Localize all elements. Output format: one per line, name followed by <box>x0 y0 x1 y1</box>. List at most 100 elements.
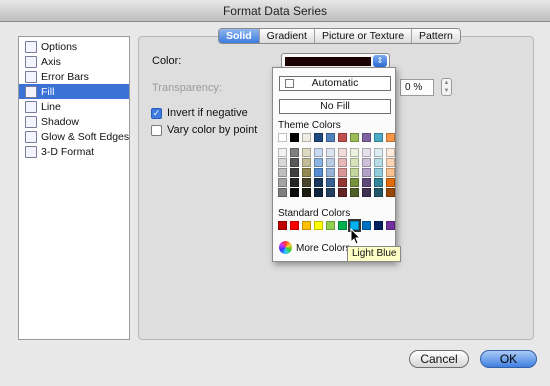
standard-color-swatch[interactable] <box>314 221 323 230</box>
theme-shade-swatch[interactable] <box>290 168 299 177</box>
theme-shade-swatch[interactable] <box>278 178 287 187</box>
theme-shade-swatch[interactable] <box>326 188 335 197</box>
standard-color-swatch[interactable] <box>278 221 287 230</box>
shadow-icon <box>25 115 37 128</box>
theme-shade-swatch[interactable] <box>278 148 287 157</box>
theme-shade-swatch[interactable] <box>386 178 395 187</box>
theme-shade-swatch[interactable] <box>374 158 383 167</box>
standard-color-swatch[interactable] <box>338 221 347 230</box>
theme-shade-swatch[interactable] <box>338 178 347 187</box>
theme-shade-swatch[interactable] <box>362 158 371 167</box>
theme-shade-swatch[interactable] <box>314 158 323 167</box>
theme-shade-swatch[interactable] <box>350 188 359 197</box>
sidebar-item-line[interactable]: Line <box>19 99 129 114</box>
standard-color-swatch[interactable] <box>302 221 311 230</box>
theme-shade-swatch[interactable] <box>338 188 347 197</box>
sidebar-item-label: 3-D Format <box>41 145 95 158</box>
theme-shade-swatch[interactable] <box>362 178 371 187</box>
no-fill-option[interactable]: No Fill <box>279 99 391 114</box>
theme-color-swatch[interactable] <box>290 133 299 142</box>
fill-bucket-icon <box>25 85 37 98</box>
sidebar-item-label: Line <box>41 100 61 113</box>
theme-shade-swatch[interactable] <box>386 168 395 177</box>
theme-shade-swatch[interactable] <box>302 148 311 157</box>
theme-shade-swatch[interactable] <box>350 178 359 187</box>
theme-shade-swatch[interactable] <box>350 168 359 177</box>
transparency-stepper[interactable]: ▲ ▼ <box>441 78 452 96</box>
theme-shade-swatch[interactable] <box>290 178 299 187</box>
theme-shade-swatch[interactable] <box>278 158 287 167</box>
theme-shade-swatch[interactable] <box>374 168 383 177</box>
automatic-label: Automatic <box>311 77 359 89</box>
theme-shade-swatch[interactable] <box>314 178 323 187</box>
theme-shade-swatch[interactable] <box>326 178 335 187</box>
sidebar-item-label: Axis <box>41 55 61 68</box>
theme-color-swatch[interactable] <box>338 133 347 142</box>
cancel-button[interactable]: Cancel <box>409 350 469 368</box>
theme-shade-swatch[interactable] <box>374 148 383 157</box>
theme-color-swatch[interactable] <box>326 133 335 142</box>
theme-shade-swatch[interactable] <box>326 158 335 167</box>
standard-color-swatch[interactable] <box>326 221 335 230</box>
invert-if-negative-label: Invert if negative <box>167 107 248 119</box>
error-bars-icon <box>25 70 37 83</box>
sidebar-item-axis[interactable]: Axis <box>19 54 129 69</box>
tab-gradient[interactable]: Gradient <box>259 29 315 43</box>
theme-color-swatch[interactable] <box>374 133 383 142</box>
theme-shade-swatch[interactable] <box>314 168 323 177</box>
theme-shade-swatch[interactable] <box>326 168 335 177</box>
sidebar-item-shadow[interactable]: Shadow <box>19 114 129 129</box>
theme-shade-swatch[interactable] <box>338 148 347 157</box>
ok-button[interactable]: OK <box>480 350 537 368</box>
theme-shade-swatch[interactable] <box>302 178 311 187</box>
theme-shade-swatch[interactable] <box>314 148 323 157</box>
theme-shade-swatch[interactable] <box>362 188 371 197</box>
sidebar-item-glow[interactable]: Glow & Soft Edges <box>19 129 129 144</box>
theme-shade-swatch[interactable] <box>374 178 383 187</box>
automatic-swatch <box>285 79 294 88</box>
theme-color-swatch[interactable] <box>362 133 371 142</box>
theme-color-swatch[interactable] <box>302 133 311 142</box>
standard-color-swatch[interactable] <box>362 221 371 230</box>
theme-shade-swatch[interactable] <box>278 188 287 197</box>
vary-color-checkbox[interactable] <box>151 125 162 136</box>
tab-pattern[interactable]: Pattern <box>412 29 460 43</box>
theme-shade-swatch[interactable] <box>302 158 311 167</box>
theme-shade-swatch[interactable] <box>338 168 347 177</box>
theme-shade-swatch[interactable] <box>338 158 347 167</box>
theme-shade-swatch[interactable] <box>362 168 371 177</box>
sidebar-item-fill[interactable]: Fill <box>19 84 129 99</box>
standard-color-swatch[interactable] <box>290 221 299 230</box>
theme-shade-swatch[interactable] <box>362 148 371 157</box>
theme-shade-swatch[interactable] <box>278 168 287 177</box>
theme-shade-swatch[interactable] <box>290 158 299 167</box>
theme-color-swatch[interactable] <box>386 133 395 142</box>
theme-shade-swatch[interactable] <box>302 168 311 177</box>
tab-picture-or-texture[interactable]: Picture or Texture <box>314 29 413 43</box>
sidebar-item-3d-format[interactable]: 3-D Format <box>19 144 129 159</box>
transparency-field[interactable]: 0 % <box>400 79 434 96</box>
popup-arrows-icon: ⇕ <box>373 55 387 67</box>
automatic-option[interactable]: Automatic <box>279 76 391 91</box>
sidebar-item-options[interactable]: Options <box>19 39 129 54</box>
theme-shade-swatch[interactable] <box>314 188 323 197</box>
theme-shade-swatch[interactable] <box>386 188 395 197</box>
theme-shade-swatch[interactable] <box>386 158 395 167</box>
sidebar-item-error-bars[interactable]: Error Bars <box>19 69 129 84</box>
theme-shade-swatch[interactable] <box>326 148 335 157</box>
theme-color-swatch[interactable] <box>350 133 359 142</box>
standard-color-swatch[interactable] <box>374 221 383 230</box>
theme-shade-swatch[interactable] <box>302 188 311 197</box>
theme-shade-swatch[interactable] <box>350 148 359 157</box>
theme-shade-swatch[interactable] <box>290 188 299 197</box>
invert-if-negative-checkbox[interactable]: ✓ <box>151 108 162 119</box>
standard-color-swatch[interactable] <box>386 221 395 230</box>
sidebar-item-label: Fill <box>41 85 55 98</box>
theme-shade-swatch[interactable] <box>290 148 299 157</box>
theme-shade-swatch[interactable] <box>386 148 395 157</box>
theme-shade-swatch[interactable] <box>374 188 383 197</box>
theme-shade-swatch[interactable] <box>350 158 359 167</box>
theme-color-swatch[interactable] <box>278 133 287 142</box>
tab-solid[interactable]: Solid <box>219 29 260 43</box>
theme-color-swatch[interactable] <box>314 133 323 142</box>
